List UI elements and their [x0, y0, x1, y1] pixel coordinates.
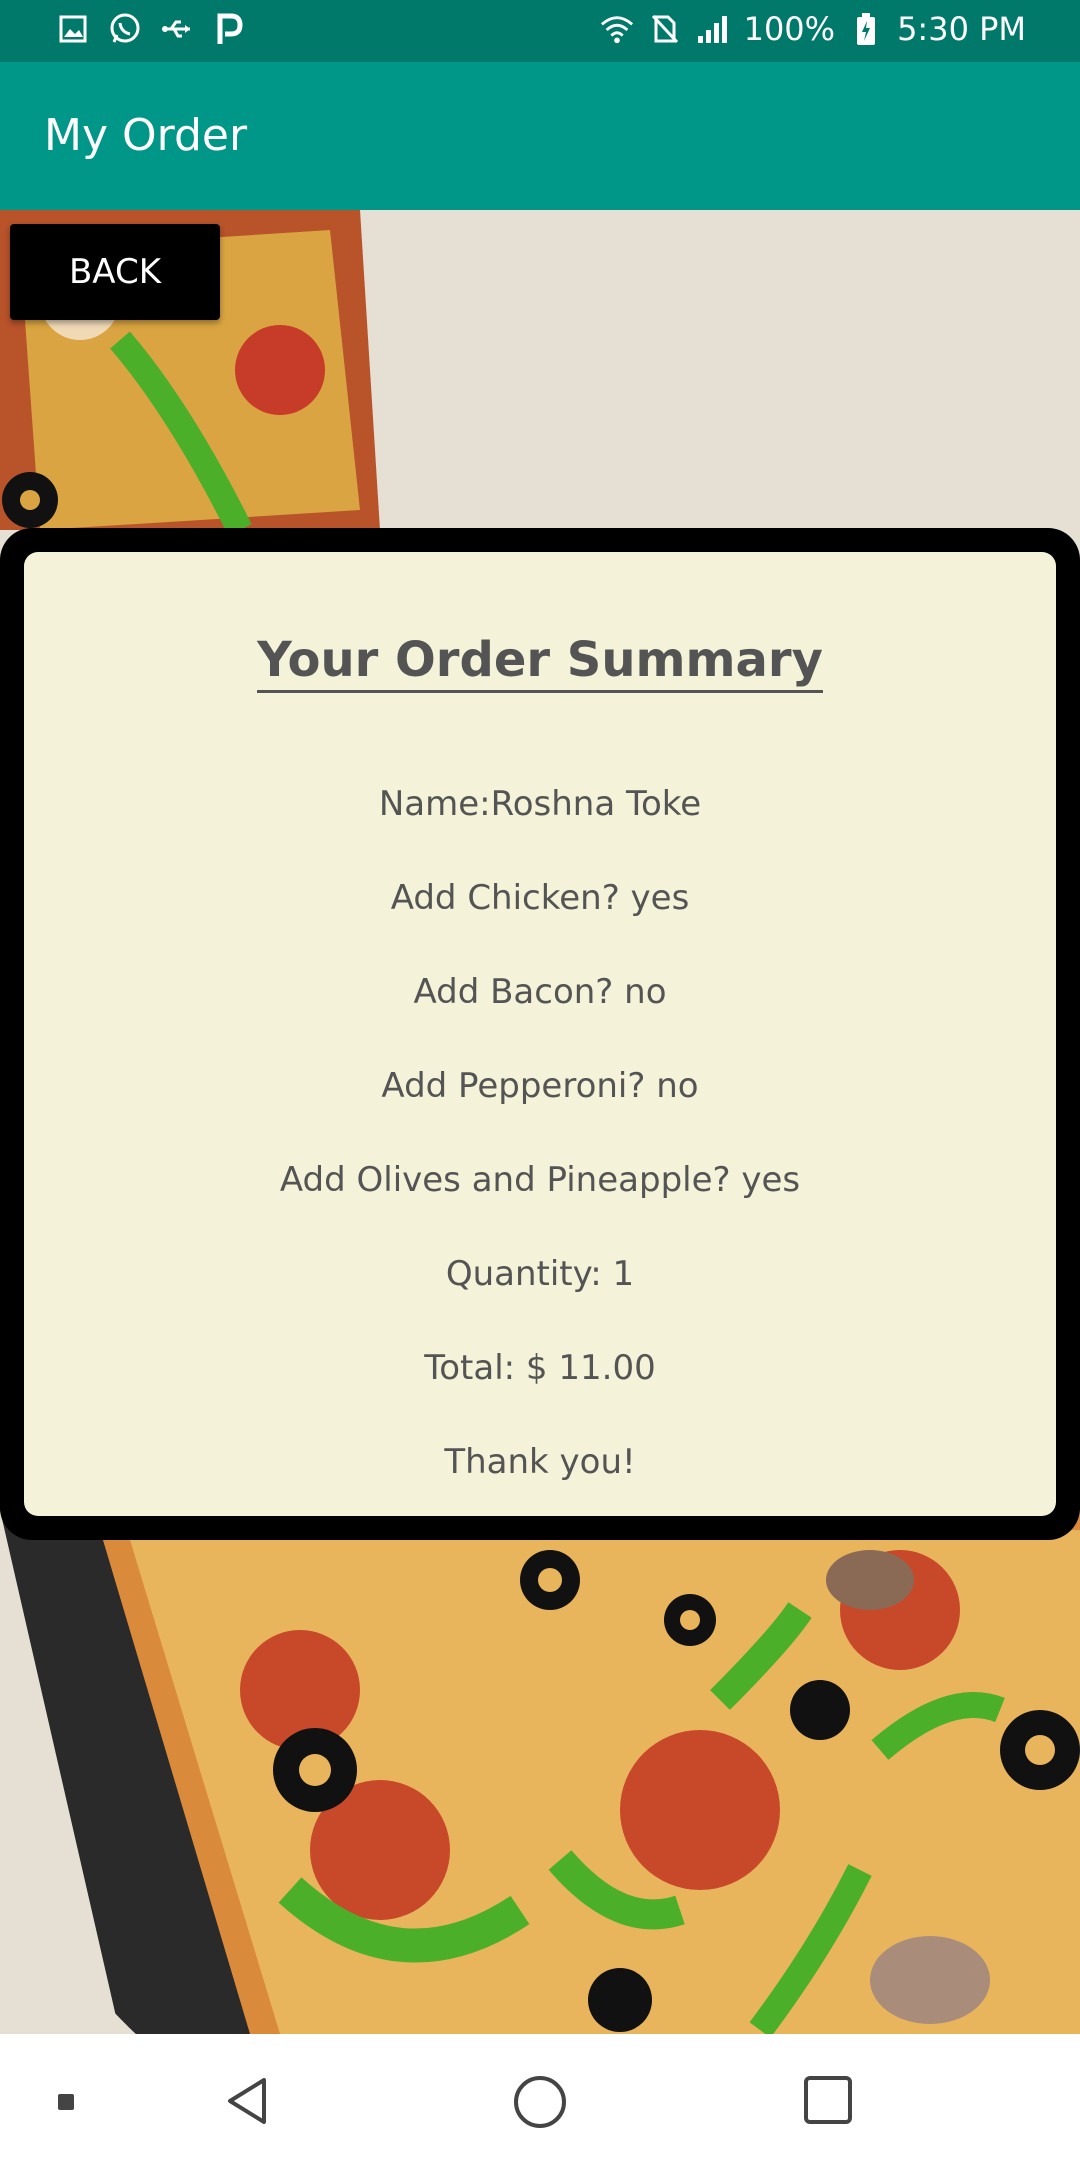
summary-thank-you: Thank you! [444, 1442, 636, 1482]
summary-quantity: Quantity: 1 [445, 1254, 635, 1294]
app-title: My Order [44, 110, 248, 161]
wifi-icon [600, 12, 634, 46]
nav-menu-dot-icon[interactable] [58, 2094, 74, 2110]
status-bar: 100% 5:30 PM [0, 0, 1080, 62]
status-right-icons: 100% 5:30 PM [600, 10, 1026, 48]
signal-icon [696, 12, 730, 46]
back-button[interactable]: BACK [10, 224, 220, 320]
nav-back-icon[interactable] [224, 2076, 270, 2130]
image-icon [56, 12, 90, 46]
status-left-icons [56, 12, 246, 46]
summary-pepperoni: Add Pepperoni? no [381, 1066, 699, 1106]
nav-home-icon[interactable] [514, 2076, 566, 2128]
p-icon [212, 12, 246, 46]
nav-recent-apps-icon[interactable] [804, 2076, 852, 2124]
summary-heading: Your Order Summary [24, 632, 1056, 693]
app-bar: My Order [0, 62, 1080, 210]
battery-icon [849, 12, 883, 46]
summary-chicken: Add Chicken? yes [390, 878, 690, 918]
whatsapp-icon [108, 12, 142, 46]
battery-percent: 100% [743, 10, 836, 48]
order-summary-card: Your Order Summary Name:Roshna Toke Add … [24, 552, 1056, 1516]
summary-total: Total: $ 11.00 [424, 1348, 656, 1388]
summary-name: Name:Roshna Toke [378, 784, 702, 824]
summary-olives-pineapple: Add Olives and Pineapple? yes [279, 1160, 801, 1200]
navigation-bar [0, 2034, 1080, 2160]
no-sim-icon [648, 12, 682, 46]
summary-bacon: Add Bacon? no [413, 972, 667, 1012]
clock: 5:30 PM [897, 10, 1026, 48]
usb-icon [160, 12, 194, 46]
